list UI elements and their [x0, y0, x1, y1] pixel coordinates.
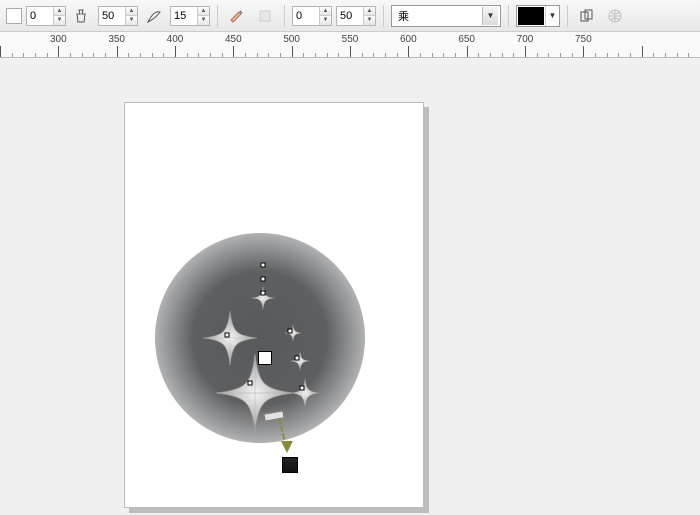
separator [284, 5, 285, 27]
horizontal-ruler[interactable]: 300 350 400 450 500 550 600 650 700 750 [0, 32, 700, 58]
selection-handle[interactable] [295, 356, 300, 361]
ruler-tick-major [175, 46, 176, 58]
separator [508, 5, 509, 27]
spin-2-down[interactable]: ▼ [125, 16, 137, 25]
ruler-tick-major [350, 46, 351, 58]
spin-5-input[interactable] [337, 7, 363, 25]
spin-4-down[interactable]: ▼ [319, 16, 331, 25]
ruler-tick-major [467, 46, 468, 58]
drag-arrow-icon [281, 441, 293, 453]
spin-5-up[interactable]: ▲ [363, 7, 375, 17]
chevron-down-icon: ▼ [545, 6, 559, 26]
chevron-down-icon: ▼ [482, 7, 498, 25]
edit-fill-icon-2 [253, 4, 277, 28]
spin-3-down[interactable]: ▼ [197, 16, 209, 25]
ruler-label: 550 [342, 34, 359, 45]
spin-4-input[interactable] [293, 7, 319, 25]
ruler-tick-major [233, 46, 234, 58]
spin-1-down[interactable]: ▼ [53, 16, 65, 25]
ruler-tick-major [525, 46, 526, 58]
artwork-group[interactable] [145, 203, 405, 493]
star-shape[interactable] [215, 353, 295, 433]
ruler-tick-major [0, 46, 1, 58]
separator [217, 5, 218, 27]
blend-mode-label: 乘 [398, 8, 409, 24]
end-color-swatch[interactable] [282, 457, 298, 473]
ruler-tick-major [292, 46, 293, 58]
color-swatch [518, 7, 544, 25]
feather-icon[interactable] [142, 4, 166, 28]
globe-icon [603, 4, 627, 28]
ruler-label: 300 [50, 34, 67, 45]
ruler-label: 700 [517, 34, 534, 45]
spin-1[interactable]: ▲ ▼ [26, 6, 66, 26]
ruler-label: 450 [225, 34, 242, 45]
spin-2-input[interactable] [99, 7, 125, 25]
ruler-tick-major [583, 46, 584, 58]
options-toolbar: ▲ ▼ ▲ ▼ ▲ ▼ ▲ ▼ [0, 0, 700, 32]
selection-handle[interactable] [300, 386, 305, 391]
spin-4-up[interactable]: ▲ [319, 7, 331, 17]
ruler-tick-major [408, 46, 409, 58]
star-shape[interactable] [290, 378, 320, 408]
spin-5-down[interactable]: ▼ [363, 16, 375, 25]
spin-5[interactable]: ▲ ▼ [336, 6, 376, 26]
spin-3-input[interactable] [171, 7, 197, 25]
ruler-label: 650 [458, 34, 475, 45]
copy-props-icon[interactable] [575, 4, 599, 28]
spin-3-up[interactable]: ▲ [197, 7, 209, 17]
spin-1-up[interactable]: ▲ [53, 7, 65, 17]
blend-mode-dropdown[interactable]: 乘 ▼ [391, 5, 501, 27]
spin-2-up[interactable]: ▲ [125, 7, 137, 17]
selection-handle[interactable] [225, 333, 230, 338]
ruler-tick-major [58, 46, 59, 58]
ruler-label: 350 [108, 34, 125, 45]
ruler-label: 750 [575, 34, 592, 45]
ruler-tick-major [642, 46, 643, 58]
workspace[interactable] [0, 58, 700, 515]
ruler-label: 500 [283, 34, 300, 45]
selection-handle[interactable] [248, 381, 253, 386]
spin-3[interactable]: ▲ ▼ [170, 6, 210, 26]
selection-center-handle[interactable] [258, 351, 272, 365]
separator [567, 5, 568, 27]
selection-handle[interactable] [261, 277, 266, 282]
color-picker[interactable]: ▼ [516, 5, 560, 27]
spin-4[interactable]: ▲ ▼ [292, 6, 332, 26]
ruler-label: 600 [400, 34, 417, 45]
selection-handle[interactable] [261, 263, 266, 268]
page-canvas[interactable] [124, 102, 424, 508]
toggle-checkbox[interactable] [6, 8, 22, 24]
glass-icon[interactable] [70, 4, 94, 28]
edit-fill-icon[interactable] [225, 4, 249, 28]
spin-1-input[interactable] [27, 7, 53, 25]
ruler-label: 400 [167, 34, 184, 45]
selection-handle[interactable] [288, 329, 293, 334]
selection-handle[interactable] [261, 291, 266, 296]
ruler-tick-major [117, 46, 118, 58]
spin-2[interactable]: ▲ ▼ [98, 6, 138, 26]
separator [383, 5, 384, 27]
